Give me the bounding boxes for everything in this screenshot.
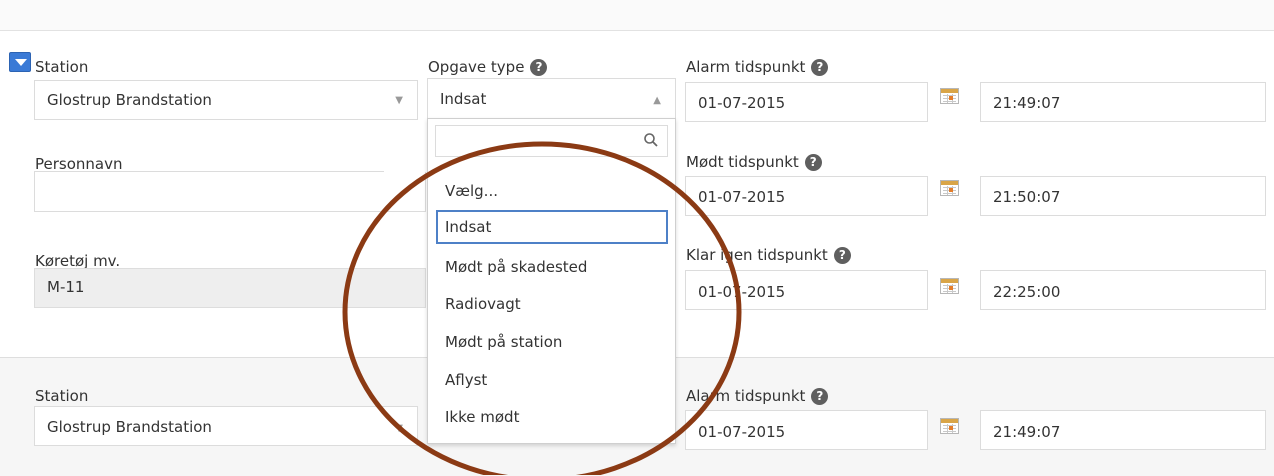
annotation-circle (342, 141, 742, 475)
